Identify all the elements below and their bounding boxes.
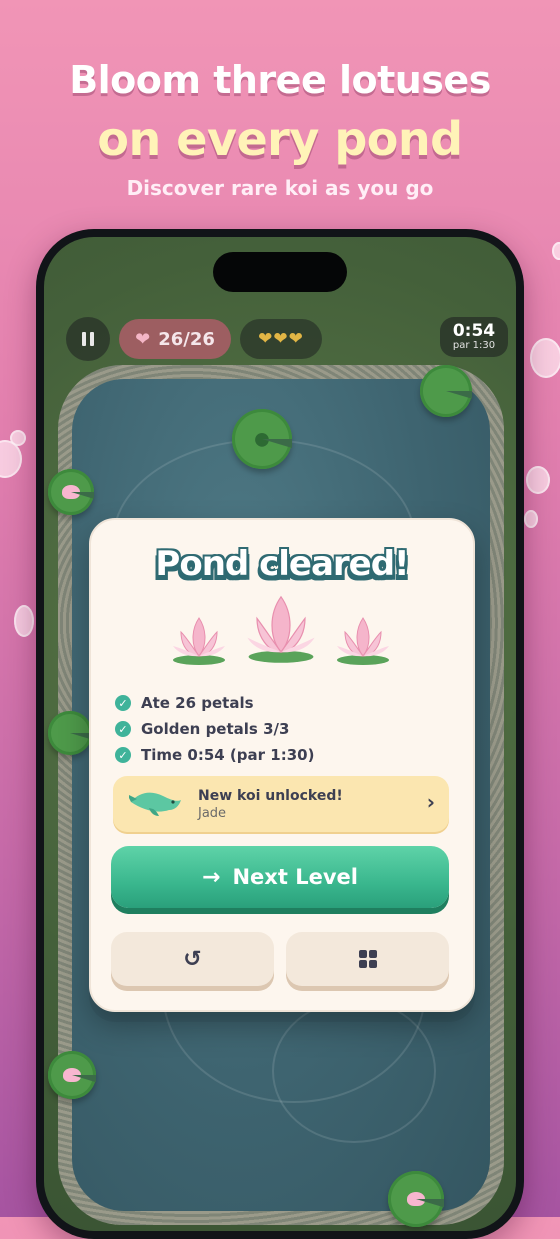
check-icon: ✓ [115,747,131,763]
promo-headline-line1: Bloom three lotuses [69,58,491,102]
dynamic-island [213,252,347,292]
lily-pad [48,711,92,755]
check-icon: ✓ [115,721,131,737]
water-ripple [272,999,436,1143]
lotus-bud-icon [63,1068,81,1082]
promo-headline-line2: on every pond [97,112,463,166]
stat-time: ✓ Time 0:54 (par 1:30) [115,746,314,764]
lotus-icon [337,617,389,665]
promo-tagline: Discover rare koi as you go [126,176,434,200]
decor-bubble [14,605,34,637]
result-dialog: Pond cleared! ✓ Ate 26 petals ✓ Golden p… [89,518,475,1012]
dialog-title: Pond cleared! [155,544,409,584]
golden-heart-icons: ❤❤❤ [258,329,304,349]
petal-counter: ❤ 26/26 [119,319,231,359]
next-level-label: Next Level [232,865,358,889]
timer-par: par 1:30 [452,340,496,351]
stat-text: Time 0:54 (par 1:30) [141,746,315,764]
koi-unlock-banner[interactable]: New koi unlocked! Jade › [113,776,449,832]
grid-icon [358,950,377,968]
koi-name: Jade [198,806,227,821]
stat-golden: ✓ Golden petals 3/3 [115,720,289,738]
decor-bubble [526,466,550,494]
lily-pad [420,365,472,417]
chevron-right-icon: › [426,790,435,814]
lily-pad-flower [48,1051,96,1099]
petal-count: 26/26 [158,328,215,350]
lotus-icon [173,617,225,665]
decor-bubble [524,510,538,528]
timer-value: 0:54 [452,321,496,341]
timer: 0:54 par 1:30 [440,317,508,357]
lotus-bud-icon [62,485,80,499]
decor-bubble [552,242,560,260]
arrow-right-icon: → [202,864,221,890]
stat-petals: ✓ Ate 26 petals [115,694,254,712]
check-icon: ✓ [115,695,131,711]
frog-icon: ● [254,428,270,450]
pause-icon [82,332,86,346]
heart-icon: ❤ [135,328,151,350]
lotus-bud-icon [407,1192,425,1206]
next-level-button[interactable]: → Next Level [111,846,449,908]
golden-hearts: ❤❤❤ [240,319,322,359]
replay-icon: ↺ [183,946,202,972]
lily-pad-flower [388,1171,444,1227]
lily-pad-with-frog[interactable]: ● [232,409,292,469]
level-select-button[interactable] [286,932,449,986]
lily-pad-flower [48,469,94,515]
koi-icon [129,792,181,816]
decor-bubble [530,338,560,378]
pause-button[interactable] [66,317,110,361]
stat-text: Golden petals 3/3 [141,720,290,738]
koi-unlock-title: New koi unlocked! [198,788,343,804]
replay-button[interactable]: ↺ [111,932,274,986]
stat-text: Ate 26 petals [141,694,254,712]
lotus-icon [247,595,315,663]
decor-bubble [10,430,26,446]
